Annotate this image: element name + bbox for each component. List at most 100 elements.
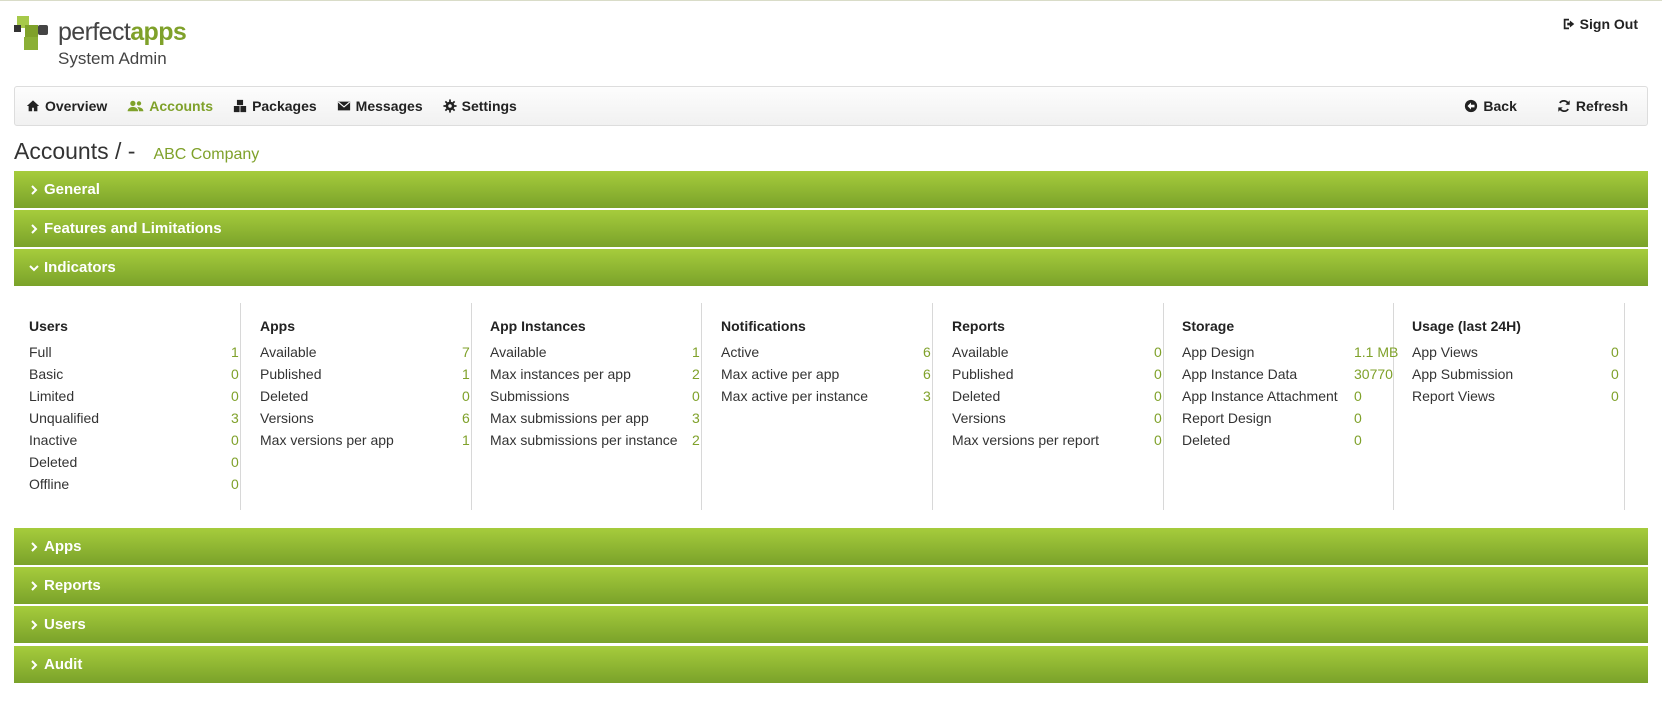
app-instances-label: Max submissions per app xyxy=(490,410,649,426)
column-divider xyxy=(701,303,702,510)
indicators-body: Users Full 1 Basic 0 Limited 0 Unqualifi… xyxy=(14,289,1648,511)
panel-apps[interactable]: Apps xyxy=(14,528,1648,565)
boxes-icon xyxy=(233,99,247,113)
sign-out-label: Sign Out xyxy=(1579,16,1638,32)
back-button[interactable]: Back xyxy=(1444,98,1536,114)
panel-users-label: Users xyxy=(44,616,86,633)
users-value: 0 xyxy=(231,454,239,470)
notifications-label: Max active per app xyxy=(721,366,840,382)
usage-value: 0 xyxy=(1611,344,1619,360)
app-instances-value: 2 xyxy=(692,432,700,448)
chevron-down-icon xyxy=(29,264,39,271)
column-divider xyxy=(932,303,933,510)
usage-title: Usage (last 24H) xyxy=(1412,318,1521,334)
apps-value: 1 xyxy=(462,432,470,448)
reports-label: Max versions per report xyxy=(952,432,1100,448)
column-divider xyxy=(1393,303,1394,510)
users-label: Full xyxy=(29,344,52,360)
apps-label: Versions xyxy=(260,410,314,426)
users-column: Users Full 1 Basic 0 Limited 0 Unqualifi… xyxy=(29,303,241,510)
storage-value: 30770 xyxy=(1354,366,1393,382)
nav-messages-label: Messages xyxy=(355,98,423,114)
breadcrumb: Accounts / - ABC Company xyxy=(14,138,259,165)
panel-users[interactable]: Users xyxy=(14,606,1648,643)
reports-label: Versions xyxy=(952,410,1006,426)
nav-packages[interactable]: Packages xyxy=(223,98,327,114)
users-label: Unqualified xyxy=(29,410,100,426)
column-divider xyxy=(240,303,241,510)
reports-column: Reports Available 0 Published 0 Deleted … xyxy=(952,303,1164,510)
notifications-value: 3 xyxy=(923,388,931,404)
app-instances-label: Max instances per app xyxy=(490,366,631,382)
apps-value: 7 xyxy=(462,344,470,360)
reports-value: 0 xyxy=(1154,432,1162,448)
apps-column: Apps Available 7 Published 1 Deleted 0 V… xyxy=(260,303,472,510)
reports-label: Available xyxy=(952,344,1009,360)
chevron-right-icon xyxy=(31,659,38,670)
sign-out-icon xyxy=(1563,18,1574,30)
column-divider xyxy=(471,303,472,510)
breadcrumb-account[interactable]: ABC Company xyxy=(153,146,259,164)
chevron-right-icon xyxy=(31,184,38,195)
refresh-label: Refresh xyxy=(1575,98,1628,114)
users-value: 0 xyxy=(231,476,239,492)
app-instances-value: 0 xyxy=(692,388,700,404)
storage-value: 1.1 MB xyxy=(1354,344,1399,360)
reports-label: Deleted xyxy=(952,388,1001,404)
apps-value: 1 xyxy=(462,366,470,382)
notifications-label: Max active per instance xyxy=(721,388,869,404)
app-instances-label: Submissions xyxy=(490,388,570,404)
users-value: 0 xyxy=(231,366,239,382)
usage-value: 0 xyxy=(1611,366,1619,382)
nav-messages[interactable]: Messages xyxy=(327,98,433,114)
navbar-right: Back Refresh xyxy=(1444,98,1647,114)
apps-label: Max versions per app xyxy=(260,432,394,448)
usage-label: App Submission xyxy=(1412,366,1514,382)
apps-value: 0 xyxy=(462,388,470,404)
usage-column: Usage (last 24H) App Views 0 App Submiss… xyxy=(1412,303,1625,510)
refresh-icon xyxy=(1558,100,1570,112)
users-icon xyxy=(127,100,144,112)
refresh-button[interactable]: Refresh xyxy=(1537,98,1647,114)
nav-settings[interactable]: Settings xyxy=(433,98,527,114)
home-icon xyxy=(26,100,40,112)
notifications-value: 6 xyxy=(923,344,931,360)
gear-icon xyxy=(443,99,457,113)
apps-label: Published xyxy=(260,366,322,382)
chevron-right-icon xyxy=(31,223,38,234)
panel-features[interactable]: Features and Limitations xyxy=(14,210,1648,247)
reports-value: 0 xyxy=(1154,410,1162,426)
storage-value: 0 xyxy=(1354,410,1362,426)
panel-audit[interactable]: Audit xyxy=(14,646,1648,683)
back-label: Back xyxy=(1483,98,1517,114)
users-label: Offline xyxy=(29,476,70,492)
panel-general[interactable]: General xyxy=(14,171,1648,208)
storage-title: Storage xyxy=(1182,318,1235,334)
nav-accounts[interactable]: Accounts xyxy=(117,98,223,114)
notifications-value: 6 xyxy=(923,366,931,382)
app-instances-column: App Instances Available 1 Max instances … xyxy=(490,303,702,510)
storage-label: Deleted xyxy=(1182,432,1231,448)
panel-reports-label: Reports xyxy=(44,577,101,594)
users-value: 0 xyxy=(231,388,239,404)
sign-out-button[interactable]: Sign Out xyxy=(1562,16,1638,32)
users-label: Limited xyxy=(29,388,75,404)
logo-icon xyxy=(14,14,54,54)
users-label: Basic xyxy=(29,366,64,382)
panel-indicators-label: Indicators xyxy=(44,259,116,276)
brand-name: perfectapps xyxy=(58,18,187,46)
panel-reports[interactable]: Reports xyxy=(14,567,1648,604)
panel-apps-label: Apps xyxy=(44,538,82,555)
panel-features-label: Features and Limitations xyxy=(44,220,222,237)
chevron-right-icon xyxy=(31,580,38,591)
users-label: Inactive xyxy=(29,432,78,448)
usage-label: Report Views xyxy=(1412,388,1496,404)
storage-value: 0 xyxy=(1354,432,1362,448)
storage-label: App Instance Data xyxy=(1182,366,1298,382)
chevron-right-icon xyxy=(31,619,38,630)
panel-indicators[interactable]: Indicators xyxy=(14,249,1648,286)
panel-general-label: General xyxy=(44,181,100,198)
app-instances-value: 2 xyxy=(692,366,700,382)
reports-value: 0 xyxy=(1154,366,1162,382)
nav-overview[interactable]: Overview xyxy=(15,98,117,114)
